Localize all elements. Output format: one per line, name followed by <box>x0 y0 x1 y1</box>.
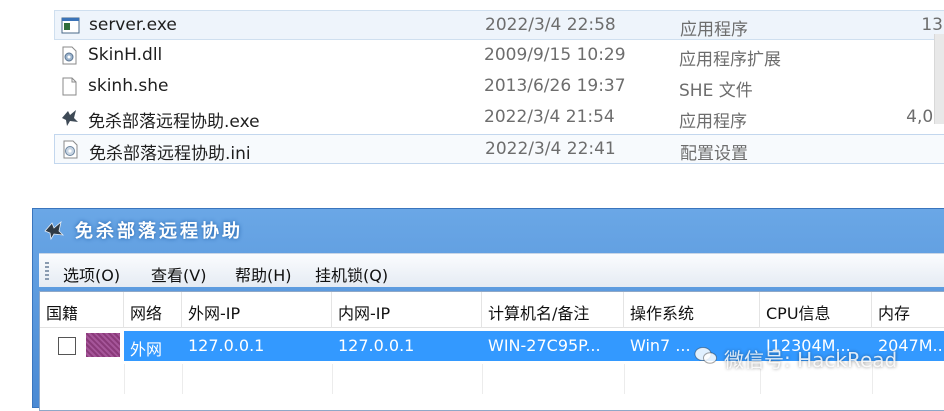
ini-gear-icon <box>63 140 78 159</box>
country-flag-icon <box>86 333 120 357</box>
file-row-skinh-she[interactable]: skinh.she 2013/6/26 19:37 SHE 文件 <box>54 72 944 102</box>
cell-wan-ip: 127.0.0.1 <box>182 331 332 361</box>
file-row-skinh-dll[interactable]: SkinH.dll 2009/9/15 10:29 应用程序扩展 8 <box>54 41 944 71</box>
window-titlebar[interactable]: 免杀部落远程协助 <box>33 209 944 249</box>
exe-app-icon <box>62 110 78 126</box>
file-date: 2022/3/4 22:58 <box>485 15 616 35</box>
grid-divider <box>182 364 183 394</box>
file-date: 2013/6/26 19:37 <box>484 76 626 96</box>
remote-assist-window: 免杀部落远程协助 选项(O) 查看(V) 帮助(H) 挂机锁(Q) 国籍 网络 … <box>32 208 944 411</box>
watermark-text: 微信号: HackRead <box>724 348 898 372</box>
file-date: 2022/3/4 22:41 <box>485 139 616 159</box>
window-title: 免杀部落远程协助 <box>75 221 243 242</box>
cell-network: 外网 <box>124 331 182 361</box>
grid-divider <box>624 364 625 394</box>
column-header-os[interactable]: 操作系统 <box>624 292 760 328</box>
cell-computer: WIN-27C95P... <box>482 331 624 361</box>
column-header-lan-ip[interactable]: 内网-IP <box>332 292 482 328</box>
column-header-network[interactable]: 网络 <box>124 292 182 328</box>
file-date: 2022/3/4 21:54 <box>484 107 615 127</box>
list-header: 国籍 网络 外网-IP 内网-IP 计算机名/备注 操作系统 CPU信息 内存 <box>40 292 944 328</box>
menu-hang-lock[interactable]: 挂机锁(Q) <box>315 262 388 286</box>
file-size: 13 <box>921 15 943 35</box>
file-row-app-ini[interactable]: 免杀部落远程协助.ini 2022/3/4 22:41 配置设置 <box>54 134 944 164</box>
vertical-scrollbar[interactable] <box>934 34 944 124</box>
dll-gear-icon <box>62 46 77 65</box>
file-date: 2009/9/15 10:29 <box>484 45 626 65</box>
blank-file-icon <box>62 77 77 96</box>
menu-options[interactable]: 选项(O) <box>63 262 120 286</box>
file-type: 应用程序扩展 <box>679 50 781 70</box>
menu-bar: 选项(O) 查看(V) 帮助(H) 挂机锁(Q) <box>39 253 944 287</box>
file-name: server.exe <box>89 15 177 35</box>
cell-country <box>40 331 124 361</box>
file-row-app-exe[interactable]: 免杀部落远程协助.exe 2022/3/4 21:54 应用程序 4,01 <box>54 103 944 133</box>
file-row-server-exe[interactable]: server.exe 2022/3/4 22:58 应用程序 13 <box>54 10 944 40</box>
partially-visible-row <box>54 0 944 6</box>
grid-divider <box>332 364 333 394</box>
grid-divider <box>124 364 125 394</box>
wechat-icon <box>694 347 717 364</box>
file-type: 配置设置 <box>680 144 748 164</box>
file-name: 免杀部落远程协助.exe <box>88 112 260 132</box>
app-logo-icon <box>44 220 65 241</box>
cell-lan-ip: 127.0.0.1 <box>332 331 482 361</box>
file-type: SHE 文件 <box>679 81 753 101</box>
row-checkbox[interactable] <box>58 337 76 355</box>
file-type: 应用程序 <box>680 20 748 40</box>
exe-window-icon <box>61 17 80 34</box>
column-header-memory[interactable]: 内存 <box>872 292 944 328</box>
file-explorer-pane: server.exe 2022/3/4 22:58 应用程序 13 SkinH.… <box>0 0 944 208</box>
file-name: 免杀部落远程协助.ini <box>89 144 251 164</box>
column-header-computer[interactable]: 计算机名/备注 <box>482 292 624 328</box>
toolbar-grip[interactable] <box>45 262 49 282</box>
file-name: skinh.she <box>88 76 169 96</box>
menu-view[interactable]: 查看(V) <box>151 262 206 286</box>
menu-help[interactable]: 帮助(H) <box>235 262 292 286</box>
file-type: 应用程序 <box>679 112 747 132</box>
file-name: SkinH.dll <box>88 45 163 65</box>
grid-divider <box>482 364 483 394</box>
column-header-wan-ip[interactable]: 外网-IP <box>182 292 332 328</box>
column-header-cpu[interactable]: CPU信息 <box>760 292 872 328</box>
column-header-country[interactable]: 国籍 <box>40 292 124 328</box>
